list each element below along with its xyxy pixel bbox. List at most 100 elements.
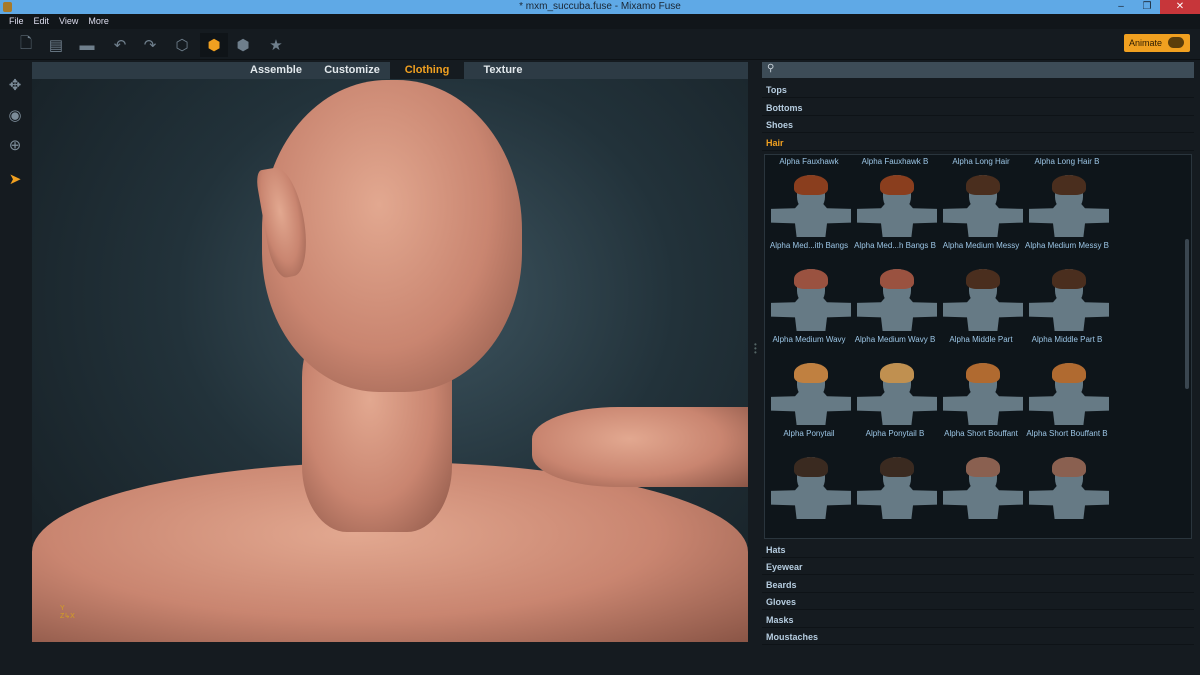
- maximize-button[interactable]: ❐: [1134, 0, 1160, 14]
- item-label: Alpha Med...h Bangs B: [854, 241, 936, 250]
- item-label: Alpha Short Bouffant: [944, 429, 1018, 438]
- menu-file[interactable]: File: [4, 14, 29, 29]
- category-masks[interactable]: Masks: [762, 612, 1194, 628]
- axis-x-label: X: [70, 613, 75, 620]
- item-label[interactable]: Alpha Fauxhawk B: [853, 157, 937, 166]
- scrollbar[interactable]: [1185, 239, 1189, 389]
- hair-item[interactable]: Alpha Med...ith Bangs: [767, 175, 851, 253]
- hair-item[interactable]: Alpha Middle Part B: [1025, 269, 1109, 347]
- category-beards[interactable]: Beards: [762, 577, 1194, 593]
- title-bar: * mxm_succuba.fuse - Mixamo Fuse – ❐ ✕: [0, 0, 1200, 14]
- category-shoes[interactable]: Shoes: [762, 117, 1194, 133]
- move-icon[interactable]: ✥: [5, 76, 25, 96]
- clothing-panel: ⚲ Tops Bottoms Shoes Hair Alpha Fauxhawk…: [762, 62, 1194, 645]
- axis-gizmo: Y Z↳X: [60, 605, 75, 620]
- hair-item[interactable]: [767, 457, 851, 535]
- star-icon[interactable]: ★: [264, 33, 288, 57]
- window-title: * mxm_succuba.fuse - Mixamo Fuse: [519, 1, 681, 12]
- hair-thumbnail: [794, 363, 828, 383]
- hair-thumbnail: [1052, 269, 1086, 289]
- hair-item[interactable]: Alpha Med...h Bangs B: [853, 175, 937, 253]
- item-label: Alpha Middle Part B: [1031, 335, 1103, 344]
- menu-bar: File Edit View More: [0, 14, 1200, 29]
- save-icon[interactable]: ▬: [75, 33, 99, 57]
- hair-item[interactable]: Alpha Medium Messy B: [1025, 175, 1109, 253]
- category-bottoms[interactable]: Bottoms: [762, 100, 1194, 116]
- menu-more[interactable]: More: [83, 14, 114, 29]
- hair-thumbnail: [794, 175, 828, 195]
- category-hats[interactable]: Hats: [762, 542, 1194, 558]
- undo-icon[interactable]: ↶: [108, 33, 132, 57]
- assemble-cube-icon[interactable]: ⬡: [170, 33, 194, 57]
- hair-thumbnail: [880, 175, 914, 195]
- left-toolbar: ✥ ◉ ⊕ ➤: [0, 62, 30, 642]
- hair-item[interactable]: Alpha Medium Messy: [939, 175, 1023, 253]
- item-label: Alpha Med...ith Bangs: [769, 241, 849, 250]
- hair-item[interactable]: Alpha Ponytail B: [853, 363, 937, 441]
- hair-thumbnail: [794, 457, 828, 477]
- hair-grid: Alpha Fauxhawk Alpha Fauxhawk B Alpha Lo…: [764, 154, 1192, 539]
- hair-item[interactable]: Alpha Middle Part: [939, 269, 1023, 347]
- open-folder-icon[interactable]: ▤: [44, 33, 68, 57]
- item-label: Alpha Medium Wavy B: [854, 335, 936, 344]
- item-label[interactable]: Alpha Long Hair: [939, 157, 1023, 166]
- 3d-viewport[interactable]: Assemble Customize Clothing Texture Y Z↳X: [32, 62, 748, 642]
- hair-thumbnail: [966, 269, 1000, 289]
- tab-customize[interactable]: Customize: [316, 62, 388, 79]
- hair-thumbnail: [1052, 175, 1086, 195]
- hair-thumbnail: [1052, 457, 1086, 477]
- hair-item[interactable]: Alpha Short Bouffant: [939, 363, 1023, 441]
- hair-thumbnail: [966, 363, 1000, 383]
- item-label[interactable]: Alpha Long Hair B: [1025, 157, 1109, 166]
- target-icon[interactable]: ⊕: [5, 136, 25, 156]
- item-label: Alpha Medium Wavy: [772, 335, 846, 344]
- tab-texture[interactable]: Texture: [468, 62, 538, 79]
- item-label: Alpha Ponytail B: [865, 429, 925, 438]
- cloud-upload-icon: [1168, 37, 1184, 48]
- rotate-icon[interactable]: ◉: [5, 106, 25, 126]
- hair-item[interactable]: Alpha Medium Wavy: [767, 269, 851, 347]
- category-gloves[interactable]: Gloves: [762, 594, 1194, 610]
- textured-cube-icon[interactable]: ⬢: [200, 33, 228, 57]
- new-file-icon[interactable]: 🗋: [14, 33, 38, 57]
- hair-thumbnail: [880, 457, 914, 477]
- item-label: Alpha Middle Part: [949, 335, 1013, 344]
- hair-item[interactable]: Alpha Medium Wavy B: [853, 269, 937, 347]
- solid-cube-icon[interactable]: ⬢: [231, 33, 255, 57]
- search-input[interactable]: ⚲: [762, 62, 1194, 78]
- item-label: Alpha Ponytail: [783, 429, 835, 438]
- panel-splitter[interactable]: • • •: [754, 341, 757, 357]
- animate-label: Animate: [1129, 38, 1163, 48]
- character-arm: [532, 407, 748, 487]
- category-tops[interactable]: Tops: [762, 82, 1194, 98]
- category-hair[interactable]: Hair: [762, 135, 1194, 151]
- category-eyewear[interactable]: Eyewear: [762, 559, 1194, 575]
- hair-item[interactable]: [939, 457, 1023, 535]
- animate-button[interactable]: Animate: [1124, 34, 1190, 52]
- pointer-icon[interactable]: ➤: [5, 170, 25, 190]
- hair-item[interactable]: Alpha Short Bouffant B: [1025, 363, 1109, 441]
- close-button[interactable]: ✕: [1160, 0, 1200, 14]
- item-label[interactable]: Alpha Fauxhawk: [767, 157, 851, 166]
- axis-z-label: Z: [60, 613, 65, 620]
- minimize-button[interactable]: –: [1108, 0, 1134, 14]
- redo-icon[interactable]: ↷: [138, 33, 162, 57]
- hair-thumbnail: [794, 269, 828, 289]
- hair-thumbnail: [966, 457, 1000, 477]
- hair-thumbnail: [966, 175, 1000, 195]
- menu-view[interactable]: View: [54, 14, 83, 29]
- item-label: Alpha Short Bouffant B: [1026, 429, 1108, 438]
- menu-edit[interactable]: Edit: [29, 14, 55, 29]
- hair-thumbnail: [880, 363, 914, 383]
- hair-item[interactable]: Alpha Ponytail: [767, 363, 851, 441]
- item-label: Alpha Medium Messy B: [1024, 241, 1110, 250]
- tab-assemble[interactable]: Assemble: [242, 62, 310, 79]
- tab-clothing[interactable]: Clothing: [390, 62, 464, 79]
- axis-y-label: Y: [60, 605, 65, 612]
- toolbar: 🗋 ▤ ▬ ↶ ↷ ⬡ ⬢ ⬢ ★ Animate: [0, 29, 1200, 60]
- hair-thumbnail: [880, 269, 914, 289]
- hair-thumbnail: [1052, 363, 1086, 383]
- hair-item[interactable]: [1025, 457, 1109, 535]
- category-moustaches[interactable]: Moustaches: [762, 629, 1194, 645]
- hair-item[interactable]: [853, 457, 937, 535]
